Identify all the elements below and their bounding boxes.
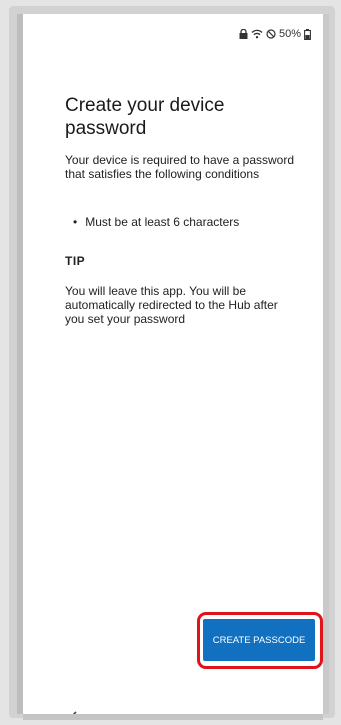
battery-icon [304, 28, 311, 40]
wifi-icon [251, 29, 263, 39]
tip-heading: TIP [65, 254, 86, 268]
tip-text: You will leave this app. You will be aut… [65, 284, 278, 326]
description-text: Your device is required to have a passwo… [65, 153, 295, 181]
page-title: Create your device password [65, 95, 225, 139]
status-bar: 50% [239, 26, 311, 42]
phone-screen: 50% Create your device password Your dev… [23, 14, 323, 714]
battery-percent: 50% [278, 28, 301, 40]
requirement-text: Must be at least 6 characters [85, 215, 240, 229]
lock-icon [239, 29, 248, 39]
requirement-list-item: • Must be at least 6 characters [73, 215, 303, 229]
chevron-left-icon[interactable] [65, 707, 81, 714]
create-passcode-button[interactable]: CREATE PASSCODE [203, 619, 315, 661]
bullet-marker: • [73, 215, 78, 229]
do-not-disturb-icon [266, 29, 276, 39]
